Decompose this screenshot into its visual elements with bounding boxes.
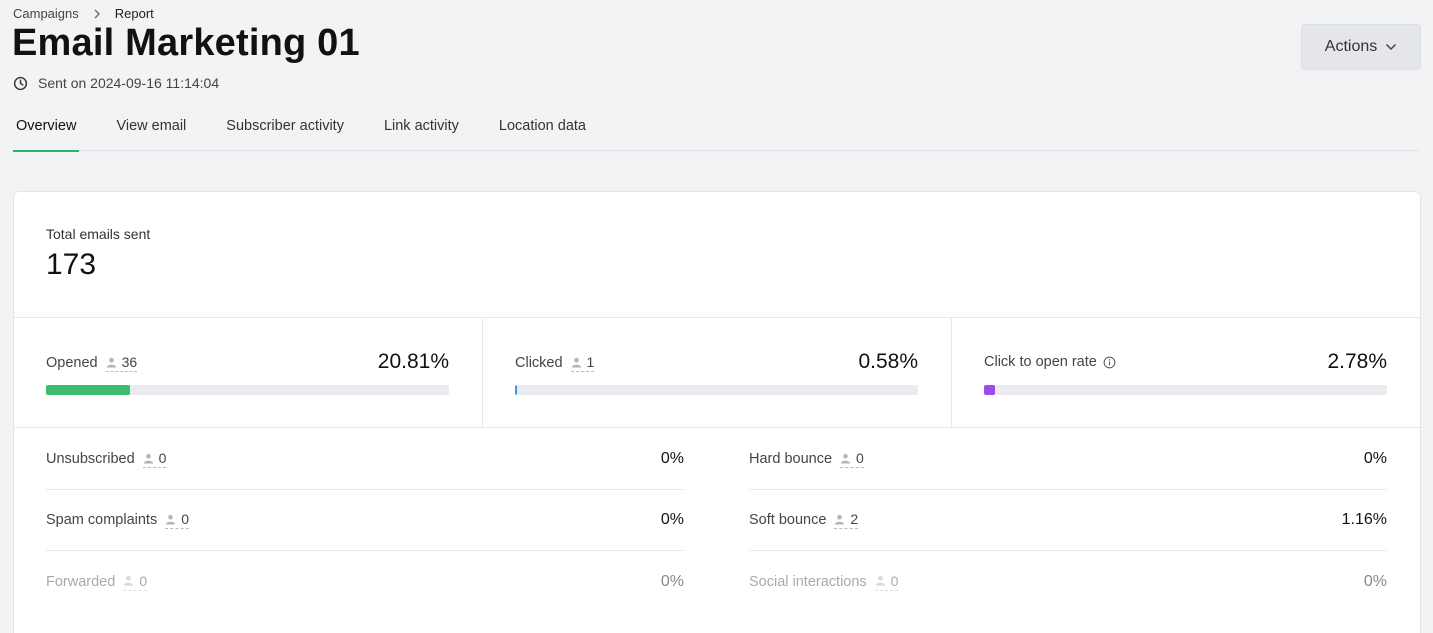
- metric-clicked-label: Clicked: [515, 355, 563, 371]
- spam-percent: 0%: [660, 511, 684, 528]
- tab-subscriber-activity[interactable]: Subscriber activity: [223, 100, 347, 151]
- breadcrumb-campaigns-link[interactable]: Campaigns: [13, 6, 79, 21]
- stats-left-column: Unsubscribed 0 0% Spam complaints 0 0% F…: [46, 429, 684, 612]
- breadcrumb-current: Report: [114, 6, 154, 21]
- unsubscribed-percent: 0%: [660, 450, 684, 467]
- clock-icon: [13, 76, 28, 91]
- clicked-progress-fill: [515, 385, 518, 395]
- stat-unsubscribed: Unsubscribed 0 0%: [46, 429, 684, 490]
- overview-card: Total emails sent 173 Opened 36 20.81% C…: [13, 191, 1421, 633]
- stats-right-column: Hard bounce 0 0% Soft bounce 2 1.16% Soc…: [749, 429, 1387, 612]
- sent-info: Sent on 2024-09-16 11:14:04: [13, 75, 219, 91]
- metric-opened: Opened 36 20.81%: [14, 318, 483, 427]
- clicked-count: 1: [586, 354, 595, 370]
- total-emails-value: 173: [46, 248, 97, 281]
- social-percent: 0%: [1363, 572, 1387, 590]
- spam-count-link[interactable]: 0: [165, 511, 190, 529]
- total-emails-label: Total emails sent: [46, 226, 151, 242]
- stat-hard-bounce-label: Hard bounce: [749, 451, 833, 467]
- chevron-down-icon: [1385, 43, 1397, 51]
- unsubscribed-count: 0: [158, 450, 167, 466]
- person-icon: [571, 357, 582, 368]
- hard-bounce-count: 0: [856, 450, 864, 466]
- report-tabs: Overview View email Subscriber activity …: [13, 100, 1420, 152]
- social-count: 0: [890, 572, 899, 589]
- stat-soft-bounce-label: Soft bounce: [749, 512, 827, 528]
- person-icon: [165, 514, 176, 525]
- stat-social-label: Social interactions: [749, 573, 867, 590]
- rate-metrics: Opened 36 20.81% Clicked 1 0.58% Click t…: [14, 317, 1420, 428]
- info-icon[interactable]: [1103, 356, 1116, 369]
- opened-percent: 20.81%: [377, 350, 449, 373]
- breadcrumb: Campaigns Report: [13, 6, 154, 21]
- page-title: Email Marketing 01: [12, 22, 360, 64]
- metric-opened-label: Opened: [46, 355, 98, 371]
- person-icon: [840, 453, 851, 464]
- tab-overview[interactable]: Overview: [13, 100, 80, 152]
- person-icon: [106, 357, 117, 368]
- report-page: Campaigns Report Email Marketing 01 Sent…: [0, 0, 1433, 633]
- stat-forwarded: Forwarded 0 0%: [46, 551, 684, 612]
- tab-location-data[interactable]: Location data: [496, 100, 589, 151]
- unsubscribed-count-link[interactable]: 0: [142, 450, 167, 468]
- stat-spam-label: Spam complaints: [46, 512, 158, 528]
- metric-cto-label: Click to open rate: [984, 354, 1097, 370]
- stat-spam-complaints: Spam complaints 0 0%: [46, 490, 684, 551]
- sent-date-text: Sent on 2024-09-16 11:14:04: [38, 75, 220, 91]
- stat-forwarded-label: Forwarded: [46, 573, 116, 590]
- hard-bounce-count-link[interactable]: 0: [840, 450, 864, 468]
- chevron-right-icon: [93, 9, 101, 19]
- social-count-link[interactable]: 0: [874, 572, 899, 591]
- cto-percent: 2.78%: [1327, 350, 1387, 373]
- stat-social-interactions: Social interactions 0 0%: [749, 551, 1387, 612]
- tab-link-activity[interactable]: Link activity: [381, 100, 462, 151]
- secondary-stats: Unsubscribed 0 0% Spam complaints 0 0% F…: [46, 429, 1387, 612]
- total-emails-sent: Total emails sent 173: [46, 226, 150, 282]
- cto-progress-fill: [984, 385, 996, 395]
- opened-count-link[interactable]: 36: [105, 354, 138, 372]
- actions-button-label: Actions: [1324, 38, 1378, 55]
- opened-progress-fill: [46, 385, 130, 395]
- forwarded-count: 0: [139, 572, 148, 589]
- actions-button[interactable]: Actions: [1301, 24, 1421, 70]
- soft-bounce-percent: 1.16%: [1341, 511, 1387, 528]
- forwarded-percent: 0%: [660, 572, 684, 590]
- cto-progress-bar: [984, 385, 1387, 395]
- person-icon: [143, 453, 154, 464]
- clicked-count-link[interactable]: 1: [570, 354, 595, 372]
- person-icon: [834, 514, 845, 525]
- soft-bounce-count: 2: [850, 511, 859, 527]
- metric-click-to-open: Click to open rate 2.78%: [952, 318, 1420, 427]
- metric-clicked: Clicked 1 0.58%: [483, 318, 952, 427]
- forwarded-count-link[interactable]: 0: [123, 572, 148, 591]
- stat-unsubscribed-label: Unsubscribed: [46, 451, 135, 467]
- clicked-percent: 0.58%: [858, 350, 918, 373]
- clicked-progress-bar: [515, 385, 918, 395]
- stat-soft-bounce: Soft bounce 2 1.16%: [749, 490, 1387, 551]
- soft-bounce-count-link[interactable]: 2: [834, 511, 859, 529]
- person-icon: [875, 575, 886, 586]
- opened-count: 36: [121, 354, 138, 370]
- opened-progress-bar: [46, 385, 449, 395]
- spam-count: 0: [181, 511, 190, 527]
- hard-bounce-percent: 0%: [1363, 450, 1387, 467]
- tab-view-email[interactable]: View email: [113, 100, 189, 151]
- stat-hard-bounce: Hard bounce 0 0%: [749, 429, 1387, 490]
- person-icon: [123, 575, 134, 586]
